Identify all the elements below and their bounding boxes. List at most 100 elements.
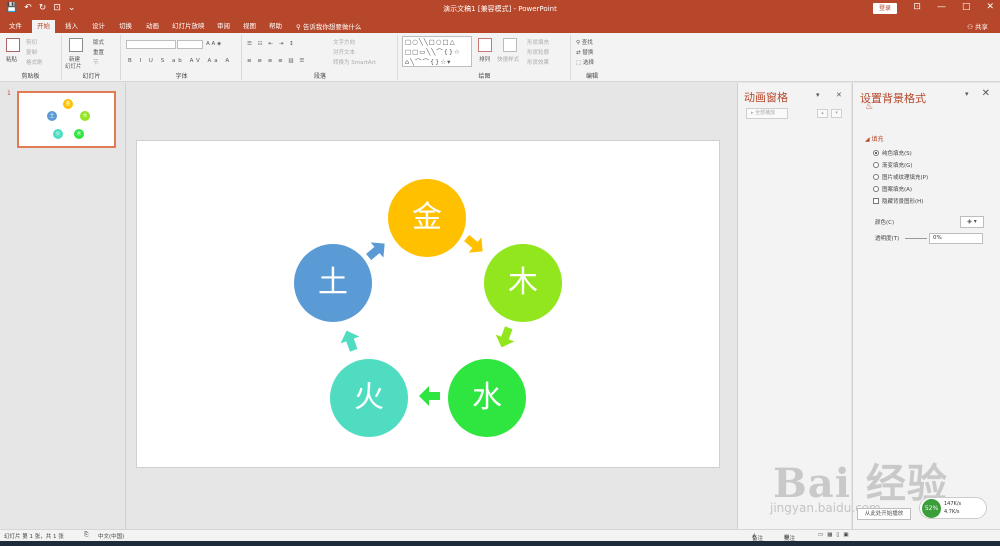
tab-animations[interactable]: 动画 xyxy=(141,20,164,33)
text-direction-button[interactable]: 文字方向 xyxy=(333,38,355,46)
move-up-button[interactable]: ▴ xyxy=(817,109,828,118)
strikethrough-button[interactable]: ab xyxy=(172,58,185,64)
ribbon: 粘贴 剪切 复制 格式刷 剪贴板 新建 幻灯片 版式 重置 节 幻灯片 A A … xyxy=(0,33,1000,82)
move-down-button[interactable]: ▾ xyxy=(831,109,842,118)
slide-canvas[interactable]: 金 木 水 火 土 xyxy=(136,140,720,468)
tab-home[interactable]: 开始 xyxy=(32,20,55,33)
gradient-fill-option[interactable]: 渐变填充(G) xyxy=(873,161,913,169)
view-buttons[interactable]: ▭▦▯▣ xyxy=(818,532,853,538)
grow-font-icon[interactable]: A A ◈ xyxy=(206,41,221,47)
replace-button[interactable]: ⇄ 替换 xyxy=(576,48,593,56)
element-circle-water[interactable]: 水 xyxy=(448,359,526,437)
font-color-button[interactable]: A xyxy=(225,58,232,64)
smartart-button[interactable]: 转换为 SmartArt xyxy=(333,58,376,66)
tab-review[interactable]: 审阅 xyxy=(212,20,235,33)
tab-help[interactable]: 帮助 xyxy=(264,20,287,33)
radio-selected-icon xyxy=(873,150,879,156)
arrow-metal-to-wood[interactable] xyxy=(460,230,491,261)
char-spacing-button[interactable]: AV xyxy=(190,58,203,64)
hide-background-checkbox[interactable]: 隐藏背景图形(H) xyxy=(873,197,923,205)
tab-slideshow[interactable]: 幻灯片放映 xyxy=(167,20,210,33)
tab-view[interactable]: 视图 xyxy=(238,20,261,33)
layout-button[interactable]: 版式 xyxy=(93,38,104,46)
play-from-button[interactable]: 从此处开始播放 xyxy=(857,508,911,520)
copy-button[interactable]: 复制 xyxy=(26,48,37,56)
align-icons[interactable]: ≡ ≡ ≡ ≡ ▥ ☰ xyxy=(247,58,306,64)
strike-button[interactable]: S xyxy=(161,58,168,64)
list-icons[interactable]: ☰ ☷ ⇤ ⇥ ↕ xyxy=(247,41,296,47)
close-icon[interactable]: ✕ xyxy=(986,2,994,12)
taskbar xyxy=(0,541,1000,546)
section-button[interactable]: 节 xyxy=(93,58,99,66)
element-circle-wood[interactable]: 木 xyxy=(484,244,562,322)
tell-me-label: 告诉我你想要做什么 xyxy=(302,23,362,31)
arrow-wood-to-water[interactable] xyxy=(491,324,519,352)
arrange-button[interactable]: 排列 xyxy=(479,55,490,63)
animation-pane-title: 动画窗格 xyxy=(744,91,788,104)
arrow-fire-to-earth[interactable] xyxy=(336,326,364,354)
font-group-label: 字体 xyxy=(175,73,188,80)
arrow-water-to-fire[interactable] xyxy=(418,385,440,407)
minimize-icon[interactable]: — xyxy=(937,2,946,12)
picture-fill-option[interactable]: 图片或纹理填充(P) xyxy=(873,173,928,181)
share-button[interactable]: ⚇ 共享 xyxy=(967,21,988,31)
shape-fill-button[interactable]: 形状填充 xyxy=(527,38,549,46)
tab-file[interactable]: 文件 xyxy=(4,20,27,33)
shape-effects-button[interactable]: 形状效果 xyxy=(527,58,549,66)
animation-pane-menu-icon[interactable]: ▾ xyxy=(816,91,820,99)
share-label: 共享 xyxy=(975,23,988,31)
font-style-buttons[interactable]: B I U S ab AV Aa A xyxy=(128,58,232,64)
spellcheck-icon[interactable]: ⎘ xyxy=(84,532,88,539)
slide-thumbnail[interactable]: 金 木 水 火 土 xyxy=(17,91,116,148)
cut-button[interactable]: 剪切 xyxy=(26,38,37,46)
bold-button[interactable]: B xyxy=(128,58,135,64)
transparency-input[interactable]: 0% xyxy=(929,233,983,244)
find-button[interactable]: ⚲ 查找 xyxy=(576,38,593,46)
find-label: 查找 xyxy=(581,40,593,46)
align-text-button[interactable]: 对齐文本 xyxy=(333,48,355,56)
maximize-icon[interactable]: □ xyxy=(962,2,971,12)
element-circle-fire[interactable]: 火 xyxy=(330,359,408,437)
pattern-fill-option[interactable]: 图案填充(A) xyxy=(873,185,912,193)
shape-outline-button[interactable]: 形状轮廓 xyxy=(527,48,549,56)
arrange-icon[interactable] xyxy=(478,38,492,52)
format-pane-menu-icon[interactable]: ▾ xyxy=(965,90,969,98)
shapes-gallery-preview: □○╲╲□○□△ □□▭╲╲⌒{}☆ ⌂╲⌒⌒{}☆▾ xyxy=(405,38,461,66)
tab-design[interactable]: 设计 xyxy=(87,20,110,33)
format-painter-button[interactable]: 格式刷 xyxy=(26,58,43,66)
hide-background-label: 隐藏背景图形(H) xyxy=(882,199,924,205)
tell-me-box[interactable]: ⚲ 告诉我你想要做什么 xyxy=(296,21,361,31)
underline-button[interactable]: U xyxy=(149,58,156,64)
tab-insert[interactable]: 插入 xyxy=(60,20,83,33)
thumb-circle-0: 金 xyxy=(63,99,73,109)
italic-button[interactable]: I xyxy=(140,58,145,64)
arrow-earth-to-metal[interactable] xyxy=(362,235,393,266)
font-name-field[interactable] xyxy=(126,40,176,49)
select-button[interactable]: ⬚ 选择 xyxy=(576,58,594,66)
new-slide-label-2[interactable]: 幻灯片 xyxy=(65,62,82,70)
animation-pane-close-icon[interactable]: ✕ xyxy=(836,91,842,99)
format-pane-close-icon[interactable]: ✕ xyxy=(982,88,990,99)
solid-fill-option[interactable]: 纯色填充(S) xyxy=(873,149,912,157)
element-circle-earth[interactable]: 土 xyxy=(294,244,372,322)
paste-button[interactable]: 粘贴 xyxy=(6,55,17,63)
transparency-slider[interactable] xyxy=(905,238,927,239)
shapes-gallery[interactable]: □○╲╲□○□△ □□▭╲╲⌒{}☆ ⌂╲⌒⌒{}☆▾ xyxy=(402,36,472,67)
change-case-button[interactable]: Aa xyxy=(208,58,221,64)
language-status[interactable]: 中文(中国) xyxy=(98,532,124,540)
color-picker-button[interactable]: ◈ ▾ xyxy=(960,216,984,228)
login-button[interactable]: 登录 xyxy=(873,3,897,14)
quick-styles-icon[interactable] xyxy=(503,38,517,52)
tab-transitions[interactable]: 切换 xyxy=(114,20,137,33)
fill-bucket-icon[interactable]: ♨ xyxy=(865,102,873,112)
quick-styles-button[interactable]: 快速样式 xyxy=(497,55,519,63)
ribbon-display-icon[interactable]: ⊡ xyxy=(913,2,921,12)
font-size-field[interactable] xyxy=(177,40,203,49)
paste-icon[interactable] xyxy=(6,38,20,52)
new-slide-icon[interactable] xyxy=(69,38,83,52)
fill-section-header[interactable]: ◢ 填充 xyxy=(865,134,884,143)
element-circle-metal[interactable]: 金 xyxy=(388,179,466,257)
reset-button[interactable]: 重置 xyxy=(93,48,104,56)
download-speed: 4.7K/s xyxy=(944,509,960,515)
play-all-button[interactable]: ▸ 全部播放 xyxy=(746,108,788,119)
